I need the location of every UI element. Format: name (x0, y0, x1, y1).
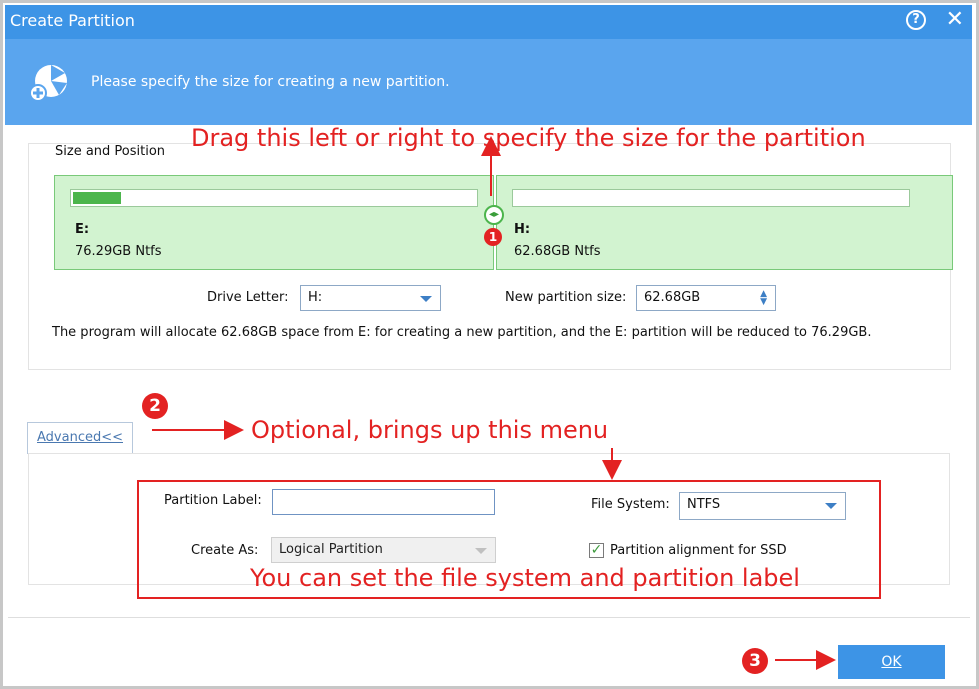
annotation-arrows (152, 136, 836, 670)
